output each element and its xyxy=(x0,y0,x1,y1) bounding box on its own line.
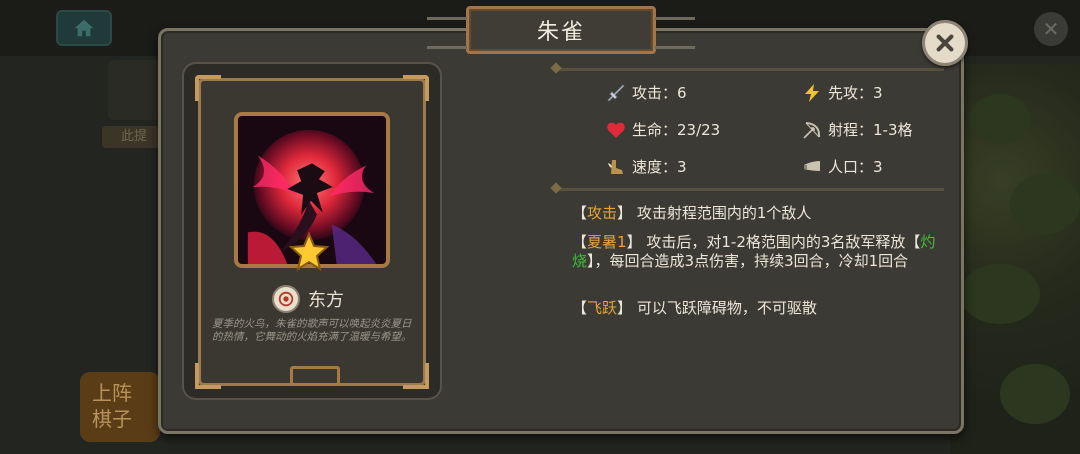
home-button[interactable] xyxy=(56,10,112,46)
skill-name: 攻击 xyxy=(587,204,618,222)
stat-range: 射程：1-3格 xyxy=(802,119,913,140)
stat-health: 生命：23/23 xyxy=(606,119,720,140)
deploy-piece-button[interactable]: 上阵棋子 xyxy=(80,372,160,442)
skill-description: 攻击射程范围内的1个敌人 xyxy=(636,204,812,222)
faction-row: 东方 xyxy=(272,284,344,314)
home-icon xyxy=(74,19,94,37)
lightning-icon xyxy=(805,83,819,102)
sword-icon xyxy=(607,83,625,102)
skill-summer: 【夏暑1】 攻击后，对1-2格范围内的3名敌军释放【灼烧】，每回合造成3点伤害，… xyxy=(572,233,936,270)
wing-boot-icon xyxy=(608,159,623,174)
title-plate: 朱雀 xyxy=(427,6,695,54)
stats-top-divider xyxy=(556,68,944,71)
star-icon xyxy=(289,232,329,272)
close-button[interactable] xyxy=(922,20,968,66)
stat-attack: 攻击：6 xyxy=(606,82,687,103)
background-close-button[interactable]: ✕ xyxy=(1034,12,1068,46)
faction-name: 东方 xyxy=(308,290,344,311)
bow-icon xyxy=(803,121,821,139)
background-item-slot[interactable] xyxy=(108,60,160,120)
unit-lore: 夏季的火鸟，朱雀的歌声可以唤起炎炎夏日的热情，它舞动的火焰充满了温暖与希望。 xyxy=(212,318,412,343)
skill-name: 夏暑1 xyxy=(587,233,627,251)
unit-name: 朱雀 xyxy=(536,20,585,45)
stats-bottom-divider xyxy=(556,188,944,191)
background-map xyxy=(950,64,1080,454)
stat-speed: 速度：3 xyxy=(606,156,687,177)
faction-emblem-icon xyxy=(278,291,294,307)
skill-description: 可以飞跃障碍物，不可驱散 xyxy=(636,299,817,317)
faction-badge xyxy=(272,285,300,313)
horn-icon xyxy=(804,160,820,171)
heart-icon xyxy=(607,122,625,138)
close-icon xyxy=(936,34,954,52)
background-tag: 此提 xyxy=(102,126,166,148)
skill-leap: 【飞跃】 可以飞跃障碍物，不可驱散 xyxy=(572,299,817,317)
stat-initiative: 先攻：3 xyxy=(802,82,883,103)
card-ornament xyxy=(290,366,340,386)
skill-attack: 【攻击】 攻击射程范围内的1个敌人 xyxy=(572,204,812,222)
stat-population: 人口：3 xyxy=(802,156,883,177)
skill-name: 飞跃 xyxy=(587,299,618,317)
